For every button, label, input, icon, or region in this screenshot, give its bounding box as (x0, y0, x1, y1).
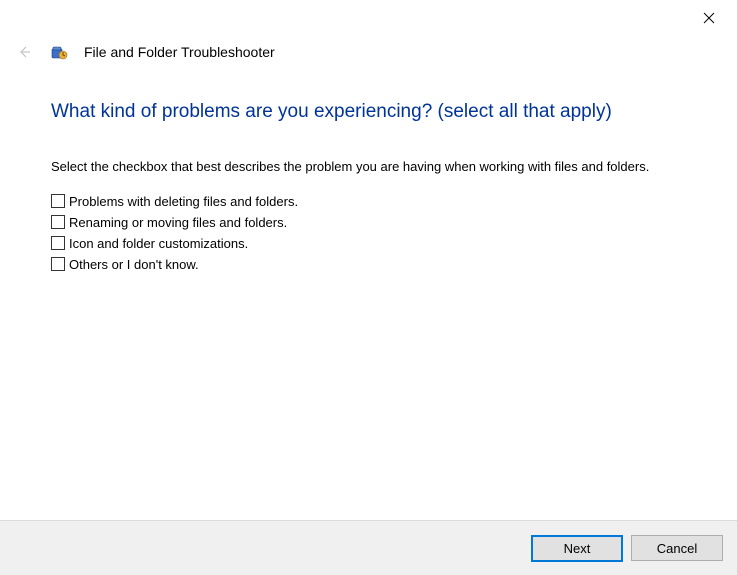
checkbox-icon (51, 257, 65, 271)
cancel-button[interactable]: Cancel (631, 535, 723, 561)
instruction-text: Select the checkbox that best describes … (51, 159, 697, 174)
close-icon (703, 12, 715, 24)
option-others[interactable]: Others or I don't know. (51, 257, 697, 272)
option-list: Problems with deleting files and folders… (51, 194, 697, 272)
option-renaming[interactable]: Renaming or moving files and folders. (51, 215, 697, 230)
wizard-title: File and Folder Troubleshooter (84, 44, 275, 60)
wizard-header: File and Folder Troubleshooter (14, 42, 275, 62)
checkbox-icon (51, 215, 65, 229)
checkbox-icon (51, 236, 65, 250)
footer-bar: Next Cancel (0, 520, 737, 575)
option-label: Icon and folder customizations. (69, 236, 248, 251)
back-arrow-icon (16, 44, 32, 60)
checkbox-icon (51, 194, 65, 208)
content-area: What kind of problems are you experienci… (51, 100, 697, 272)
option-label: Problems with deleting files and folders… (69, 194, 298, 209)
back-button[interactable] (14, 42, 34, 62)
option-deleting[interactable]: Problems with deleting files and folders… (51, 194, 697, 209)
next-button[interactable]: Next (531, 535, 623, 562)
troubleshooter-icon (50, 43, 68, 61)
option-icon-customizations[interactable]: Icon and folder customizations. (51, 236, 697, 251)
close-button[interactable] (693, 6, 725, 30)
option-label: Renaming or moving files and folders. (69, 215, 287, 230)
option-label: Others or I don't know. (69, 257, 199, 272)
page-heading: What kind of problems are you experienci… (51, 100, 697, 125)
